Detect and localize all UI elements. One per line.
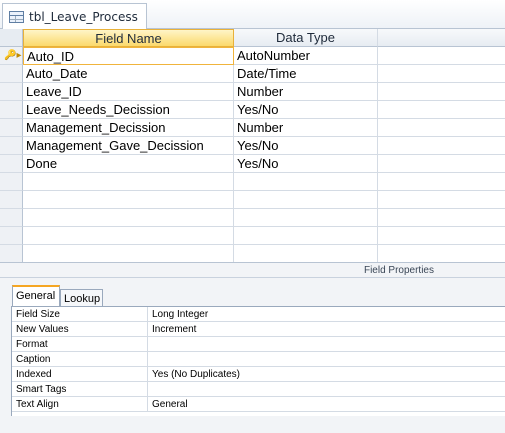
column-header-description[interactable] bbox=[378, 29, 505, 47]
property-value[interactable] bbox=[148, 352, 505, 367]
table-row[interactable]: Management_Gave_Decission Yes/No bbox=[0, 137, 505, 155]
property-sheet: Field Size Long Integer New Values Incremen… bbox=[11, 306, 505, 416]
row-selector[interactable] bbox=[0, 191, 23, 209]
table-row[interactable]: 🔑▸ Auto_ID AutoNumber bbox=[0, 47, 505, 65]
property-row[interactable]: Format bbox=[12, 337, 505, 352]
description-cell[interactable] bbox=[378, 155, 505, 173]
property-name: Text Align bbox=[12, 397, 148, 412]
data-type-cell[interactable]: Date/Time bbox=[234, 65, 378, 83]
description-cell[interactable] bbox=[378, 83, 505, 101]
grid-header: Field Name Data Type bbox=[0, 29, 505, 47]
field-name-cell[interactable]: Leave_ID bbox=[23, 83, 234, 101]
property-name: Caption bbox=[12, 352, 148, 367]
tab-general[interactable]: General bbox=[12, 285, 60, 308]
row-selector[interactable] bbox=[0, 245, 23, 263]
row-selector[interactable] bbox=[0, 137, 23, 155]
field-properties-label: Field Properties bbox=[363, 265, 434, 276]
table-icon bbox=[9, 10, 24, 23]
row-selector[interactable] bbox=[0, 173, 23, 191]
data-type-cell[interactable]: AutoNumber bbox=[234, 47, 378, 65]
property-value[interactable]: General bbox=[148, 397, 505, 412]
field-name-cell[interactable]: Leave_Needs_Decission bbox=[23, 101, 234, 119]
data-type-cell[interactable] bbox=[234, 191, 378, 209]
row-selector[interactable] bbox=[0, 101, 23, 119]
row-selector[interactable] bbox=[0, 209, 23, 227]
select-all-corner[interactable] bbox=[0, 29, 23, 47]
field-name-cell[interactable]: Auto_Date bbox=[23, 65, 234, 83]
data-type-cell[interactable]: Yes/No bbox=[234, 155, 378, 173]
field-properties-splitter: Field Properties bbox=[0, 262, 505, 278]
data-type-cell[interactable]: Yes/No bbox=[234, 101, 378, 119]
table-row[interactable]: Leave_ID Number bbox=[0, 83, 505, 101]
data-type-cell[interactable] bbox=[234, 227, 378, 245]
field-name-cell[interactable]: Done bbox=[23, 155, 234, 173]
description-cell[interactable] bbox=[378, 137, 505, 155]
data-type-cell[interactable] bbox=[234, 173, 378, 191]
document-tab[interactable]: tbl_Leave_Process bbox=[2, 3, 147, 29]
column-header-data-type[interactable]: Data Type bbox=[234, 29, 378, 47]
property-value[interactable]: Increment bbox=[148, 322, 505, 337]
property-row[interactable]: Field Size Long Integer bbox=[12, 307, 505, 322]
table-row[interactable]: Leave_Needs_Decission Yes/No bbox=[0, 101, 505, 119]
property-value[interactable] bbox=[148, 337, 505, 352]
property-value[interactable]: Yes (No Duplicates) bbox=[148, 367, 505, 382]
property-name: New Values bbox=[12, 322, 148, 337]
description-cell[interactable] bbox=[378, 173, 505, 191]
field-name-cell[interactable]: Management_Gave_Decission bbox=[23, 137, 234, 155]
tab-lookup[interactable]: Lookup bbox=[60, 289, 103, 307]
field-name-cell[interactable]: Management_Decission bbox=[23, 119, 234, 137]
property-row[interactable]: New Values Increment bbox=[12, 322, 505, 337]
description-cell[interactable] bbox=[378, 65, 505, 83]
data-type-cell[interactable]: Number bbox=[234, 119, 378, 137]
description-cell[interactable] bbox=[378, 119, 505, 137]
description-cell[interactable] bbox=[378, 101, 505, 119]
property-tabs: General Lookup bbox=[0, 278, 505, 308]
field-name-cell[interactable] bbox=[23, 227, 234, 245]
property-row[interactable]: Smart Tags bbox=[12, 382, 505, 397]
empty-row[interactable] bbox=[0, 173, 505, 191]
description-cell[interactable] bbox=[378, 245, 505, 263]
design-grid: Field Name Data Type 🔑▸ Auto_ID AutoNumber… bbox=[0, 29, 505, 263]
property-row[interactable]: Caption bbox=[12, 352, 505, 367]
field-name-cell[interactable] bbox=[23, 191, 234, 209]
property-row[interactable]: Indexed Yes (No Duplicates) bbox=[12, 367, 505, 382]
data-type-cell[interactable] bbox=[234, 209, 378, 227]
row-selector[interactable] bbox=[0, 119, 23, 137]
field-name-cell[interactable] bbox=[23, 173, 234, 191]
property-name: Format bbox=[12, 337, 148, 352]
document-tab-bar: tbl_Leave_Process bbox=[0, 0, 505, 29]
document-title: tbl_Leave_Process bbox=[29, 9, 138, 24]
table-row[interactable]: Management_Decission Number bbox=[0, 119, 505, 137]
empty-row[interactable] bbox=[0, 245, 505, 263]
data-type-cell[interactable]: Number bbox=[234, 83, 378, 101]
row-selector[interactable]: 🔑▸ bbox=[0, 47, 23, 65]
field-name-cell[interactable] bbox=[23, 245, 234, 263]
row-selector[interactable] bbox=[0, 83, 23, 101]
data-type-cell[interactable] bbox=[234, 245, 378, 263]
empty-row[interactable] bbox=[0, 209, 505, 227]
property-name: Field Size bbox=[12, 307, 148, 322]
data-type-cell[interactable]: Yes/No bbox=[234, 137, 378, 155]
description-cell[interactable] bbox=[378, 209, 505, 227]
column-header-field-name[interactable]: Field Name bbox=[23, 29, 234, 47]
row-selector[interactable] bbox=[0, 155, 23, 173]
field-name-cell[interactable] bbox=[23, 209, 234, 227]
property-name: Smart Tags bbox=[12, 382, 148, 397]
description-cell[interactable] bbox=[378, 227, 505, 245]
property-value[interactable]: Long Integer bbox=[148, 307, 505, 322]
field-name-cell[interactable]: Auto_ID bbox=[23, 47, 234, 65]
row-selector[interactable] bbox=[0, 227, 23, 245]
property-value[interactable] bbox=[148, 382, 505, 397]
property-name: Indexed bbox=[12, 367, 148, 382]
empty-row[interactable] bbox=[0, 191, 505, 209]
description-cell[interactable] bbox=[378, 191, 505, 209]
table-row[interactable]: Done Yes/No bbox=[0, 155, 505, 173]
empty-row[interactable] bbox=[0, 227, 505, 245]
property-row[interactable]: Text Align General bbox=[12, 397, 505, 412]
row-selector[interactable] bbox=[0, 65, 23, 83]
key-icon: 🔑▸ bbox=[4, 50, 22, 61]
field-properties-pane: Field Size Long Integer New Values Incremen… bbox=[0, 306, 505, 433]
description-cell[interactable] bbox=[378, 47, 505, 65]
table-row[interactable]: Auto_Date Date/Time bbox=[0, 65, 505, 83]
